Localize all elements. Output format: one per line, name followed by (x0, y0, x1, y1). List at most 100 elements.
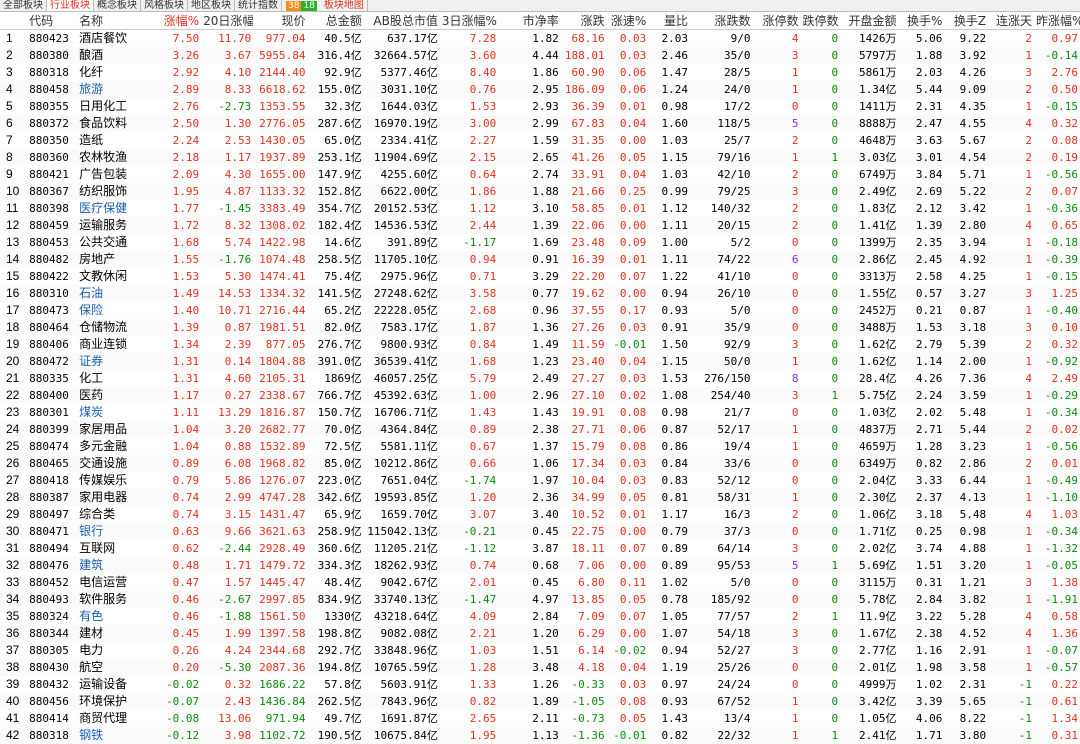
column-header-7[interactable]: AB股总市值 (363, 11, 440, 30)
cell-13: 50/0 (690, 353, 753, 370)
table-row[interactable]: 39 880432 运输设备 -0.02 0.32 1686.22 57.8亿 5603.91… (0, 676, 1080, 693)
cell-19: 4 (988, 625, 1034, 642)
table-row[interactable]: 31 880494 互联网 0.62 -2.44 2928.49 360.6亿 11205.2… (0, 540, 1080, 557)
tab-2[interactable]: 概念板块 (94, 0, 141, 11)
table-row[interactable]: 9 880421 广告包装 2.09 4.30 1655.00 147.9亿 4255.60亿… (0, 166, 1080, 183)
column-header-15[interactable]: 跌停数 (800, 11, 841, 30)
table-row[interactable]: 36 880344 建材 0.45 1.99 1397.58 198.8亿 9082.08亿 2… (0, 625, 1080, 642)
cell-8: 0.71 (469, 270, 497, 283)
cell-3: 1.31 (172, 372, 200, 385)
column-header-8[interactable]: 3日涨幅% (439, 11, 499, 30)
tab-5[interactable]: 统计指数 (235, 0, 282, 11)
cell-5: 6618.62 (253, 81, 308, 98)
table-row[interactable]: 27 880418 传媒娱乐 0.79 5.86 1276.07 223.0亿 7651.04… (0, 472, 1080, 489)
column-header-9[interactable]: 市净率 (498, 11, 561, 30)
column-header-6[interactable]: 总金额 (307, 11, 364, 30)
cell-6: 198.8亿 (307, 625, 364, 642)
cell-18: 4.92 (944, 251, 989, 268)
table-row[interactable]: 8 880360 农林牧渔 2.18 1.17 1937.89 253.1亿 11904.69… (0, 149, 1080, 166)
table-row[interactable]: 22 880400 医药 1.17 0.27 2338.67 766.7亿 45392.63亿… (0, 387, 1080, 404)
table-row[interactable]: 21 880335 化工 1.31 4.60 2105.31 1869亿 46057.25亿 5… (0, 370, 1080, 387)
table-row[interactable]: 33 880452 电信运营 0.47 1.57 1445.47 48.4亿 9042.67亿… (0, 574, 1080, 591)
cell-20: 0.65 (1033, 217, 1080, 234)
table-row[interactable]: 16 880310 石油 1.49 14.53 1334.32 141.5亿 27248.62… (0, 285, 1080, 302)
table-row[interactable]: 34 880493 软件服务 0.46 -2.67 2997.85 834.9亿 33740.… (0, 591, 1080, 608)
table-row[interactable]: 2 880380 酿酒 3.26 3.67 5955.84 316.4亿 32664.57亿 3… (0, 47, 1080, 64)
column-header-18[interactable]: 换手Z (944, 11, 989, 30)
table-row[interactable]: 28 880387 家用电器 0.74 2.99 4747.28 342.6亿 19593.8… (0, 489, 1080, 506)
cell-7: 7651.04亿 (380, 474, 438, 487)
cell-14: 1 (752, 149, 801, 166)
cell-13: 54/18 (690, 625, 753, 642)
column-header-5[interactable]: 现价 (253, 11, 308, 30)
column-header-12[interactable]: 量比 (648, 11, 690, 30)
table-row[interactable]: 32 880476 建筑 0.48 1.71 1479.72 334.3亿 18262.93亿… (0, 557, 1080, 574)
table-row[interactable]: 40 880456 环境保护 -0.07 2.43 1436.84 262.5亿 7843.9… (0, 693, 1080, 710)
table-row[interactable]: 15 880422 文教休闲 1.53 5.30 1474.41 75.4亿 2975.96亿… (0, 268, 1080, 285)
column-header-14[interactable]: 涨停数 (752, 11, 801, 30)
cell-19: 1 (988, 353, 1034, 370)
cell-1: 880482 (27, 251, 78, 268)
cell-8: 3.00 (439, 115, 499, 132)
table-row[interactable]: 4 880458 旅游 2.89 8.33 6618.62 155.0亿 3031.10亿 0.… (0, 81, 1080, 98)
table-row[interactable]: 1 880423 酒店餐饮 7.50 11.70 977.04 40.5亿 637.17亿 7.… (0, 30, 1080, 48)
cell-19: 2 (988, 81, 1034, 98)
table-row[interactable]: 24 880399 家居用品 1.04 3.20 2682.77 70.0亿 4364.84亿… (0, 421, 1080, 438)
cell-5: 2997.85 (253, 591, 308, 608)
table-row[interactable]: 12 880459 运输服务 1.72 8.32 1308.02 182.4亿 14536.5… (0, 217, 1080, 234)
table-row[interactable]: 18 880464 仓储物流 1.39 0.87 1981.51 82.0亿 7583.17亿… (0, 319, 1080, 336)
column-header-17[interactable]: 换手% (898, 11, 945, 30)
table-row[interactable]: 13 880453 公共交通 1.68 5.74 1422.98 14.6亿 391.89亿 -… (0, 234, 1080, 251)
column-header-19[interactable]: 连涨天 (988, 11, 1034, 30)
cell-5: 1308.02 (253, 217, 308, 234)
tab-3[interactable]: 风格板块 (141, 0, 188, 11)
table-row[interactable]: 41 880414 商贸代理 -0.08 13.06 971.94 49.7亿 1691.87… (0, 710, 1080, 727)
table-row[interactable]: 42 880318 钢铁 -0.12 3.98 1102.72 190.5亿 10675.84… (0, 727, 1080, 744)
table-row[interactable]: 6 880372 食品饮料 2.50 1.30 2776.05 287.6亿 16970.19… (0, 115, 1080, 132)
column-header-20[interactable]: 昨涨幅% (1033, 11, 1080, 30)
table-row[interactable]: 25 880474 多元金融 1.04 0.88 1532.89 72.5亿 5581.11亿… (0, 438, 1080, 455)
column-header-1[interactable]: 代码 (27, 11, 78, 30)
cell-10: 22.06 (560, 217, 607, 234)
cell-5: 1430.05 (259, 134, 306, 147)
tab-4[interactable]: 地区板块 (188, 0, 235, 11)
table-row[interactable]: 14 880482 房地产 1.55 -1.76 1074.48 258.5亿 11705.1… (0, 251, 1080, 268)
column-header-2[interactable]: 名称 (77, 11, 156, 30)
tab-board-map[interactable]: 板块地图 (321, 0, 368, 11)
table-row[interactable]: 37 880305 电力 0.26 4.24 2344.68 292.7亿 33848.96亿… (0, 642, 1080, 659)
table-row[interactable]: 11 880398 医疗保健 1.77 -1.45 3383.49 354.7亿 20152.… (0, 200, 1080, 217)
cell-0: 34 (0, 591, 28, 608)
table-row[interactable]: 26 880465 交通设施 0.89 6.08 1968.82 85.0亿 10212.86… (0, 455, 1080, 472)
cell-7: 9800.93亿 (380, 338, 438, 351)
column-header-3[interactable]: 涨幅% (155, 11, 202, 30)
table-row[interactable]: 38 880430 航空 0.20 -5.30 2087.36 194.8亿 10765.59… (0, 659, 1080, 676)
table-row[interactable]: 7 880350 造纸 2.24 2.53 1430.05 65.0亿 2334.41亿 2.2… (0, 132, 1080, 149)
table-row[interactable]: 3 880318 化纤 2.92 4.10 2144.40 92.9亿 5377.46亿 8.4… (0, 64, 1080, 81)
cell-18: 4.55 (944, 115, 989, 132)
table-row[interactable]: 20 880472 证券 1.31 0.14 1804.88 391.0亿 36539.41亿… (0, 353, 1080, 370)
table-row[interactable]: 29 880497 综合类 0.74 3.15 1431.47 65.9亿 1659.70亿 3… (0, 506, 1080, 523)
table-row[interactable]: 5 880355 日用化工 2.76 -2.73 1353.55 32.3亿 1644.03亿… (0, 98, 1080, 115)
table-row[interactable]: 35 880324 有色 0.46 -1.88 1561.50 1330亿 43218.64亿… (0, 608, 1080, 625)
cell-4: 2.99 (201, 489, 254, 506)
column-header-4[interactable]: 20日涨幅% (201, 11, 254, 30)
tab-1[interactable]: 行业板块 (47, 0, 94, 11)
table-row[interactable]: 19 880406 商业连锁 1.34 2.39 877.05 276.7亿 9800.93亿… (0, 336, 1080, 353)
cell-13: 20/15 (690, 217, 753, 234)
column-header-10[interactable]: 涨跌 (560, 11, 607, 30)
column-header-13[interactable]: 涨跌数 (690, 11, 753, 30)
table-row[interactable]: 10 880367 纺织服饰 1.95 4.87 1133.32 152.8亿 6622.00… (0, 183, 1080, 200)
cell-2: 广告包装 (79, 167, 128, 181)
table-row[interactable]: 23 880301 煤炭 1.11 13.29 1816.87 150.7亿 16706.71… (0, 404, 1080, 421)
table-row[interactable]: 30 880471 银行 0.63 9.66 3621.63 258.9亿 115042.13… (0, 523, 1080, 540)
table-row[interactable]: 17 880473 保险 1.40 10.71 2716.44 65.2亿 22228.05亿… (0, 302, 1080, 319)
cell-15: 0 (831, 644, 839, 657)
cell-8: 2.15 (439, 149, 499, 166)
column-header-11[interactable]: 涨速% (606, 11, 649, 30)
cell-1: 880301 (29, 406, 69, 419)
cell-15: 1 (831, 610, 839, 623)
tab-0[interactable]: 全部板块 (0, 0, 47, 11)
column-header-16[interactable]: 开盘金额 (840, 11, 899, 30)
cell-14: 0 (752, 523, 801, 540)
column-header-0[interactable] (0, 11, 28, 30)
